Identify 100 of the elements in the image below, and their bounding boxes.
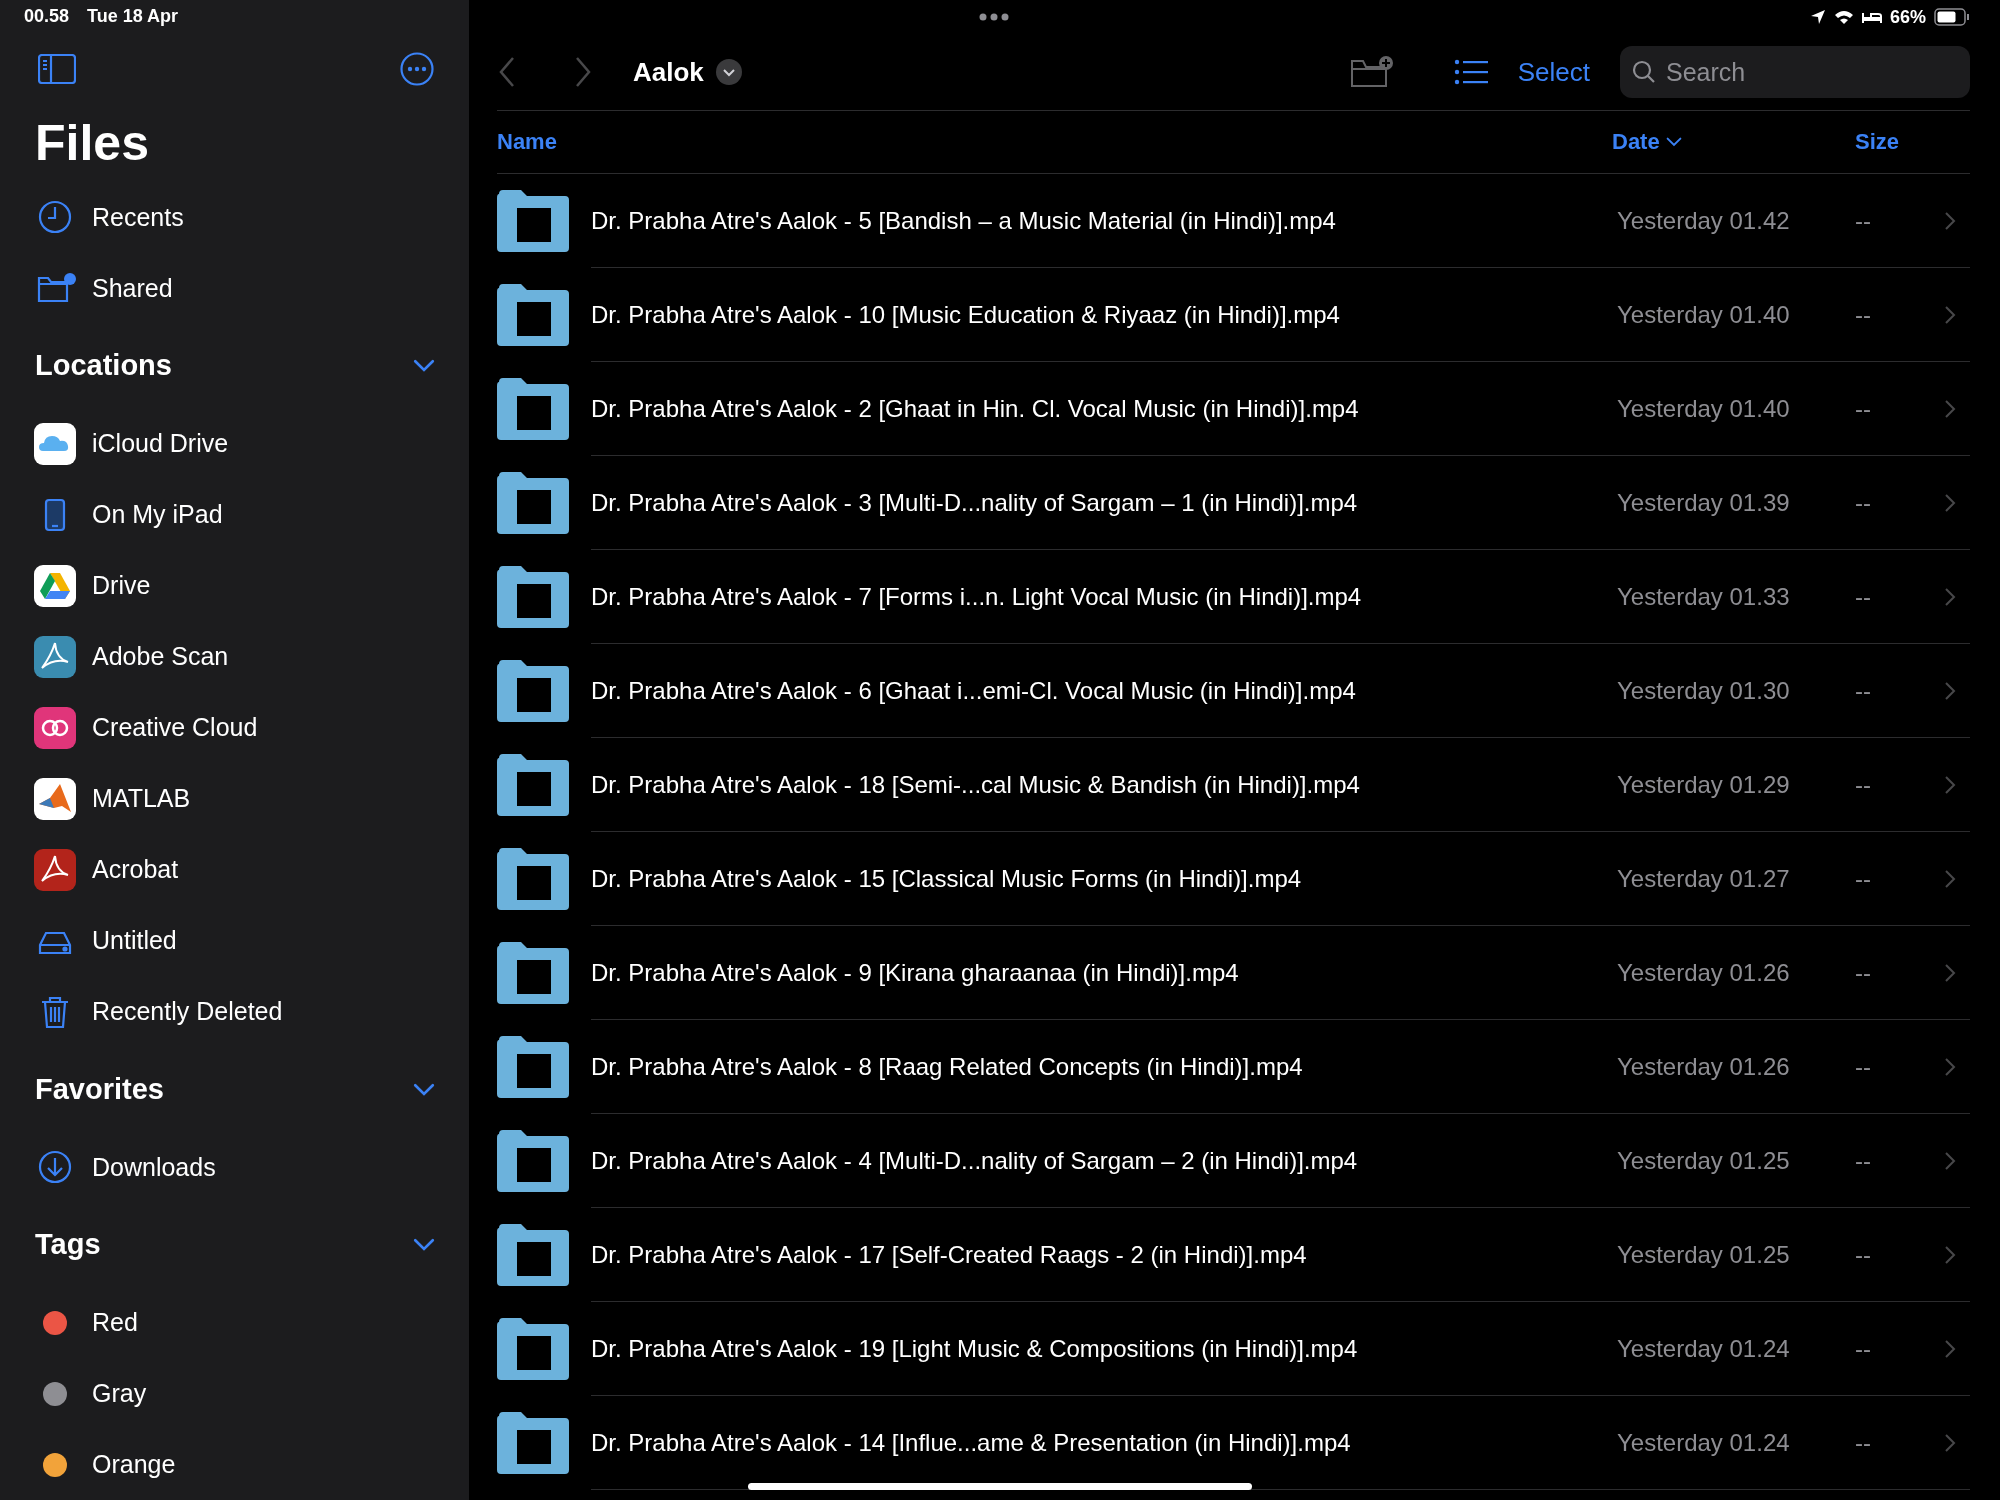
sidebar-item[interactable]: Recently Deleted bbox=[0, 976, 469, 1048]
sidebar-item[interactable]: Downloads bbox=[0, 1131, 469, 1203]
file-size: -- bbox=[1855, 268, 1944, 362]
file-date: Yesterday 01.39 bbox=[1617, 456, 1855, 550]
chevron-down-icon bbox=[413, 1238, 435, 1252]
column-header[interactable]: Size bbox=[1855, 129, 1900, 155]
chevron-right-icon[interactable] bbox=[1944, 587, 1956, 607]
chevron-right-icon[interactable] bbox=[1944, 211, 1956, 231]
chevron-right-icon[interactable] bbox=[1944, 493, 1956, 513]
video-folder-icon bbox=[497, 472, 569, 534]
location-arrow-icon bbox=[1809, 9, 1826, 25]
sidebar-item[interactable]: Acrobat bbox=[0, 834, 469, 906]
list-view-icon[interactable] bbox=[1453, 59, 1488, 85]
sidebar-item[interactable]: Recents bbox=[0, 181, 469, 253]
sidebar-item[interactable]: Drive bbox=[0, 550, 469, 622]
new-folder-icon[interactable] bbox=[1349, 55, 1394, 89]
column-header[interactable]: Date bbox=[1612, 129, 1682, 155]
sidebar-item[interactable]: Creative Cloud bbox=[0, 692, 469, 764]
chevron-right-icon[interactable] bbox=[1944, 775, 1956, 795]
gradient-loop-icon bbox=[34, 706, 76, 749]
file-size: -- bbox=[1855, 832, 1944, 926]
file-name: Dr. Prabha Atre's Aalok - 15 [Classical Music Forms (in Hindi)].mp4 bbox=[591, 832, 1617, 926]
select-button[interactable]: Select bbox=[1507, 56, 1600, 88]
file-name: Dr. Prabha Atre's Aalok - 10 [Music Education & Riyaaz (in Hindi)].mp4 bbox=[591, 268, 1617, 362]
file-date: Yesterday 01.40 bbox=[1617, 268, 1855, 362]
collapse-button[interactable] bbox=[413, 1082, 435, 1096]
file-name: Dr. Prabha Atre's Aalok - 17 [Self-Created Raags - 2 (in Hindi)].mp4 bbox=[591, 1208, 1617, 1302]
video-folder-icon bbox=[497, 190, 569, 252]
file-size: -- bbox=[1855, 926, 1944, 1020]
file-size: -- bbox=[1855, 174, 1944, 268]
sidebar-item[interactable]: MATLAB bbox=[0, 763, 469, 835]
file-date: Yesterday 01.25 bbox=[1617, 1114, 1855, 1208]
sidebar-item[interactable]: On My iPad bbox=[0, 479, 469, 551]
multitasking-dots-icon[interactable] bbox=[979, 13, 1009, 21]
file-date: Yesterday 01.24 bbox=[1617, 1302, 1855, 1396]
file-date: Yesterday 01.26 bbox=[1617, 926, 1855, 1020]
file-date: Yesterday 01.33 bbox=[1617, 550, 1855, 644]
more-icon[interactable] bbox=[400, 52, 434, 87]
file-name: Dr. Prabha Atre's Aalok - 5 [Bandish – a Music Material (in Hindi)].mp4 bbox=[591, 174, 1617, 268]
status-time: 00.58 bbox=[24, 5, 70, 27]
file-date: Yesterday 01.42 bbox=[1617, 174, 1855, 268]
sidebar-item[interactable]: Red bbox=[0, 1287, 469, 1359]
chevron-right-icon[interactable] bbox=[1944, 1057, 1956, 1077]
file-size: -- bbox=[1855, 456, 1944, 550]
chevron-right-icon[interactable] bbox=[1944, 305, 1956, 325]
sidebar-item[interactable]: Orange bbox=[0, 1429, 469, 1500]
video-folder-icon bbox=[497, 1412, 569, 1474]
status-date: Tue 18 Apr bbox=[87, 5, 179, 27]
video-folder-icon bbox=[497, 848, 569, 910]
sidebar-title: Files bbox=[34, 113, 150, 173]
file-size: -- bbox=[1855, 550, 1944, 644]
file-date: Yesterday 01.27 bbox=[1617, 832, 1855, 926]
sidebar-item[interactable]: iCloud Drive bbox=[0, 408, 469, 480]
peak-icon bbox=[34, 777, 76, 820]
section-title: Favorites bbox=[35, 1072, 164, 1106]
file-size: -- bbox=[1855, 1114, 1944, 1208]
file-size: -- bbox=[1855, 1020, 1944, 1114]
file-name: Dr. Prabha Atre's Aalok - 8 [Raag Related Concepts (in Hindi)].mp4 bbox=[591, 1020, 1617, 1114]
video-folder-icon bbox=[497, 566, 569, 628]
collapse-button[interactable] bbox=[413, 359, 435, 373]
video-folder-icon bbox=[497, 660, 569, 722]
search-icon bbox=[1632, 60, 1656, 84]
file-date: Yesterday 01.25 bbox=[1617, 1208, 1855, 1302]
file-name: Dr. Prabha Atre's Aalok - 4 [Multi-D...nality of Sargam – 2 (in Hindi)].mp4 bbox=[591, 1114, 1617, 1208]
chevron-right-icon[interactable] bbox=[1944, 1151, 1956, 1171]
bed-icon bbox=[1861, 10, 1882, 24]
search-field[interactable]: Search bbox=[1620, 46, 1970, 98]
folder-title: Aalok bbox=[633, 56, 704, 88]
chevron-right-icon[interactable] bbox=[1944, 1433, 1956, 1453]
sidebar-toggle-icon[interactable] bbox=[38, 54, 76, 85]
video-folder-icon bbox=[497, 1036, 569, 1098]
wifi-icon bbox=[1833, 9, 1854, 25]
file-name: Dr. Prabha Atre's Aalok - 6 [Ghaat i...emi-Cl. Vocal Music (in Hindi)].mp4 bbox=[591, 644, 1617, 738]
file-size: -- bbox=[1855, 362, 1944, 456]
sidebar-item[interactable]: Gray bbox=[0, 1358, 469, 1430]
video-folder-icon bbox=[497, 1224, 569, 1286]
sidebar-item[interactable]: Adobe Scan bbox=[0, 621, 469, 693]
chevron-right-icon[interactable] bbox=[1944, 681, 1956, 701]
forward-button[interactable] bbox=[573, 56, 593, 88]
column-header[interactable]: Name bbox=[497, 129, 557, 155]
file-name: Dr. Prabha Atre's Aalok - 9 [Kirana gharaanaa (in Hindi)].mp4 bbox=[591, 926, 1617, 1020]
chevron-right-icon[interactable] bbox=[1944, 1339, 1956, 1359]
back-button[interactable] bbox=[497, 56, 517, 88]
chevron-down-icon bbox=[413, 1082, 435, 1096]
file-date: Yesterday 01.29 bbox=[1617, 738, 1855, 832]
chevron-right-icon[interactable] bbox=[1944, 1245, 1956, 1265]
chevron-right-icon[interactable] bbox=[1944, 869, 1956, 889]
pen-swirl-icon bbox=[34, 848, 76, 891]
file-date: Yesterday 01.24 bbox=[1617, 1396, 1855, 1490]
sidebar-item[interactable]: Shared bbox=[0, 252, 469, 324]
video-folder-icon bbox=[497, 378, 569, 440]
file-name: Dr. Prabha Atre's Aalok - 2 [Ghaat in Hin. Cl. Vocal Music (in Hindi)].mp4 bbox=[591, 362, 1617, 456]
file-name: Dr. Prabha Atre's Aalok - 3 [Multi-D...nality of Sargam – 1 (in Hindi)].mp4 bbox=[591, 456, 1617, 550]
file-date: Yesterday 01.26 bbox=[1617, 1020, 1855, 1114]
chevron-right-icon[interactable] bbox=[1944, 963, 1956, 983]
chevron-right-icon[interactable] bbox=[1944, 399, 1956, 419]
folder-menu-icon[interactable] bbox=[715, 59, 742, 85]
collapse-button[interactable] bbox=[413, 1238, 435, 1252]
file-name: Dr. Prabha Atre's Aalok - 7 [Forms i...n. Light Vocal Music (in Hindi)].mp4 bbox=[591, 550, 1617, 644]
sidebar-item[interactable]: Untitled bbox=[0, 905, 469, 977]
